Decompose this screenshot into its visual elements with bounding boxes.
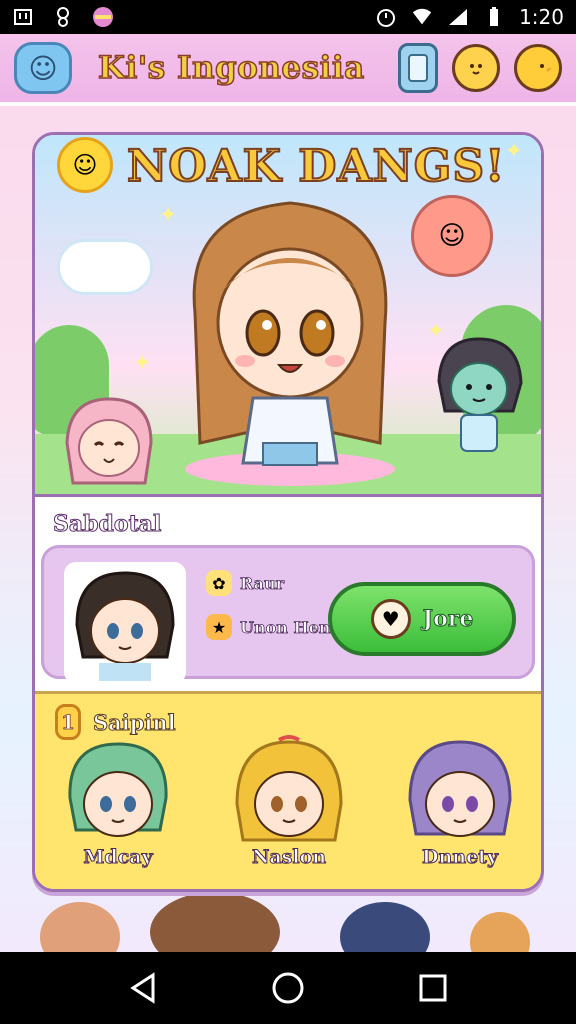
phone-icon[interactable] — [398, 43, 438, 93]
friend-avatar — [235, 735, 343, 842]
friends-list: Mdcay Naslon Dnnety — [43, 734, 535, 884]
status-time: 1:20 — [519, 5, 564, 29]
meta-row-1: ✿ Raur — [206, 570, 284, 596]
bear-icon — [40, 902, 120, 952]
app-title: Ki's Ingonesiia — [97, 49, 365, 87]
nav-bar — [0, 952, 576, 1024]
heart-icon: ♥ — [370, 599, 411, 639]
bear-icon — [470, 912, 530, 952]
balloon-character-icon: ☺ — [411, 195, 493, 277]
friend-name: Naslon — [251, 846, 327, 869]
meta-row-2: ★ Unon Henk — [206, 614, 342, 640]
bird-icon[interactable] — [514, 44, 562, 92]
cloud-decoration — [57, 239, 153, 295]
friend-card[interactable]: Naslon — [214, 734, 364, 884]
app-badge-icon — [92, 6, 114, 28]
pink-character — [65, 397, 153, 485]
lower-title: Saipinl — [93, 709, 177, 735]
recents-icon[interactable] — [411, 966, 455, 1010]
join-button[interactable]: ♥ Jore — [328, 582, 516, 656]
status-bar: 1:20 — [0, 0, 576, 34]
meta-text-1: Raur — [240, 573, 285, 593]
featured-avatar[interactable] — [64, 562, 186, 684]
alarm-icon — [375, 6, 397, 28]
flower-icon: ✿ — [206, 570, 232, 596]
friend-card[interactable]: Dnnety — [385, 734, 535, 884]
main-character — [192, 201, 388, 466]
bottom-peek-decorations — [0, 896, 576, 952]
status-right: 1:20 — [375, 5, 564, 29]
usb-icon — [12, 6, 34, 28]
friend-avatar — [408, 740, 512, 837]
featured-label: Sabdotal — [52, 511, 162, 538]
chick-icon[interactable] — [452, 44, 500, 92]
sparkle-icon: ✦ — [133, 351, 152, 376]
character-peek — [150, 896, 280, 952]
sun-icon: ☺ — [57, 137, 113, 193]
featured-panel: ✿ Raur ★ Unon Henk ♥ Jore — [41, 545, 535, 684]
hero-banner[interactable]: ☺ NOAK DANGS! ✦ ✦ ✦ ✦ ☺ — [35, 135, 541, 497]
character-peek — [340, 902, 430, 952]
friend-name: Dnnety — [421, 846, 498, 869]
friend-avatar — [68, 742, 168, 837]
main-card: ☺ NOAK DANGS! ✦ ✦ ✦ ✦ ☺ Sabdotal ✿ Raur … — [32, 132, 544, 892]
sparkle-icon: ✦ — [504, 139, 523, 164]
signal-icon — [447, 6, 469, 28]
wifi-icon — [411, 6, 433, 28]
join-label: Jore — [422, 606, 474, 633]
teal-character — [437, 337, 523, 452]
home-icon[interactable] — [266, 966, 310, 1010]
mascot-icon[interactable]: ☺ — [14, 42, 72, 94]
back-icon[interactable] — [121, 966, 165, 1010]
friend-name: Mdcay — [83, 846, 153, 869]
meta-text-2: Unon Henk — [240, 617, 342, 637]
header-actions — [398, 43, 562, 93]
lower-panel: 1 Saipinl Mdcay Naslon Dnnety — [35, 691, 541, 889]
game-icon — [52, 6, 74, 28]
battery-icon — [483, 6, 505, 28]
star-icon: ★ — [206, 614, 232, 640]
status-left — [12, 6, 114, 28]
hero-title: NOAK DANGS! — [126, 140, 506, 193]
friend-card[interactable]: Mdcay — [43, 734, 193, 884]
app-header: ☺ Ki's Ingonesiia — [0, 34, 576, 106]
